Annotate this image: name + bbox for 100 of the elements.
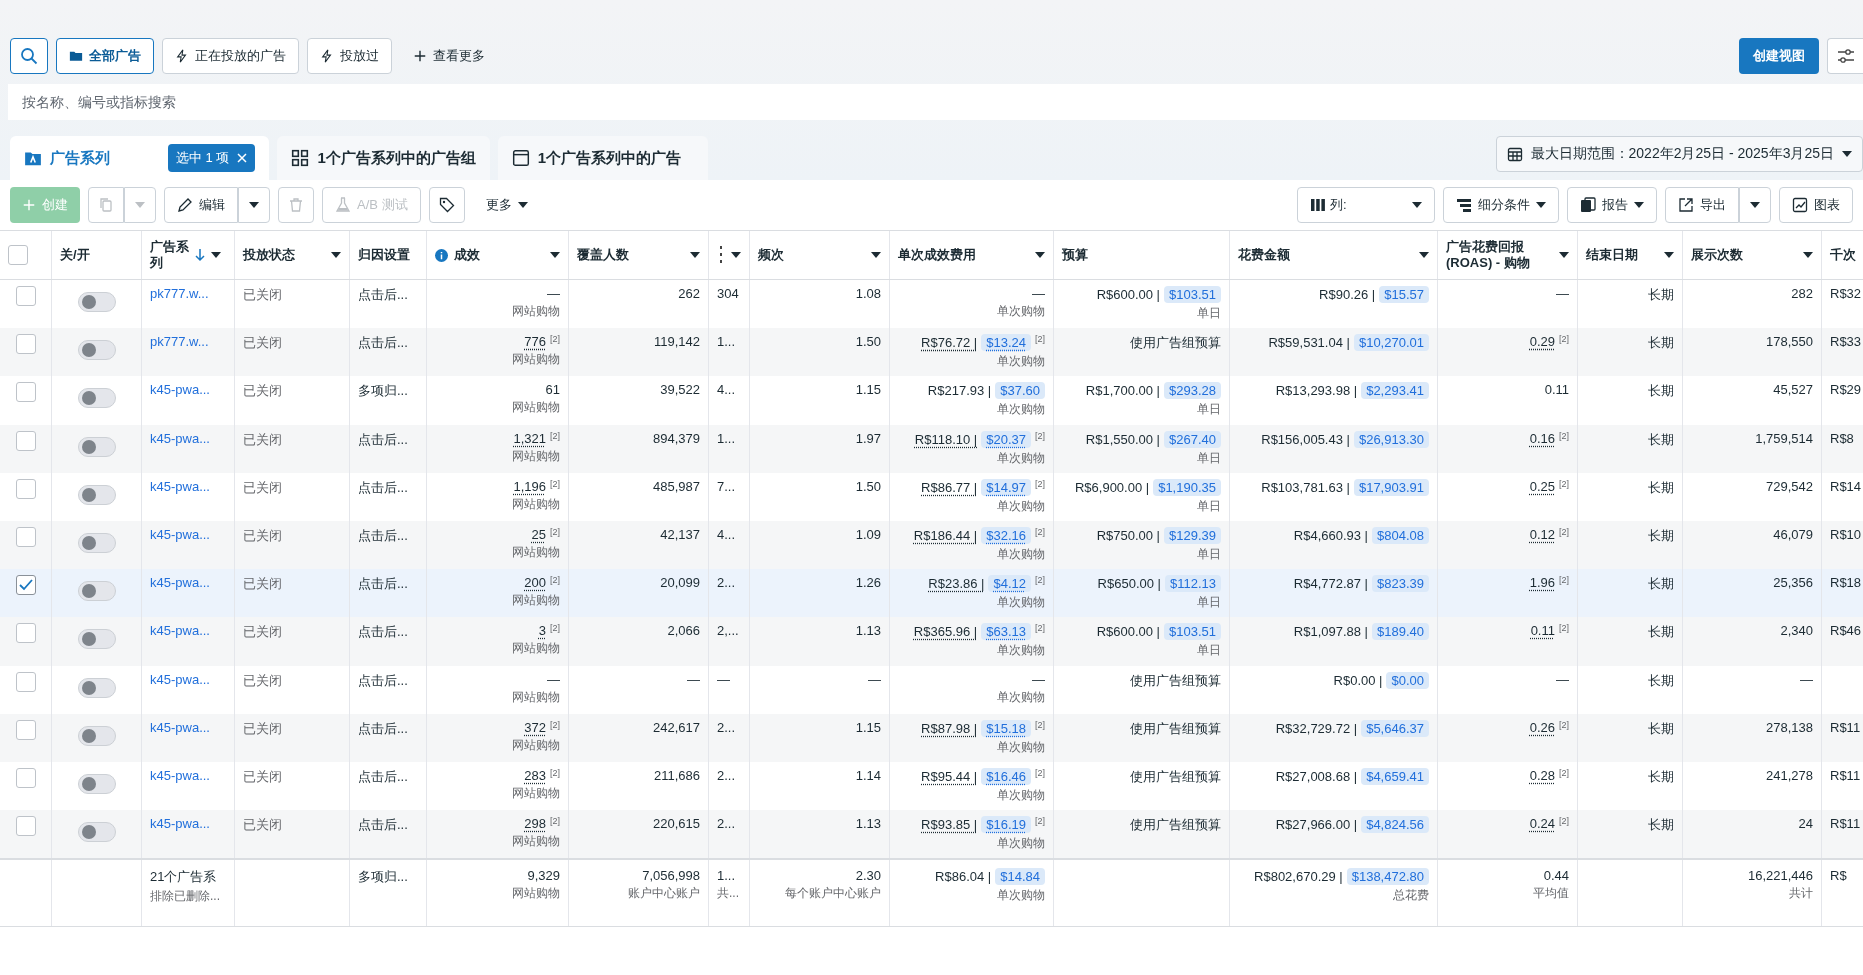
view-filter-button[interactable]: 全部广告 (56, 38, 154, 74)
table-cell: 1,759,514 (1755, 430, 1813, 446)
campaign-name-link[interactable]: k45-pwa... (150, 623, 210, 639)
toggle-switch[interactable] (77, 581, 116, 602)
table-cell: 已关闭 (243, 334, 282, 353)
usd-amount-badge: $10,270.01 (1353, 334, 1429, 352)
campaign-name-link[interactable]: pk777.w... (150, 334, 209, 350)
column-header[interactable]: 成效 (454, 246, 544, 264)
table-cell: — (717, 671, 730, 687)
export-button[interactable]: 导出 (1665, 187, 1739, 223)
column-header[interactable]: 频次 (758, 246, 865, 264)
toggle-switch[interactable] (77, 340, 116, 361)
usd-amount-badge: $32.16 (981, 526, 1031, 544)
cell-caption: 单日 (1197, 305, 1221, 322)
table-cell: 24 (1798, 816, 1813, 832)
usd-amount-badge: $15.18 (981, 719, 1031, 737)
search-field[interactable]: 按名称、编号或指标搜索 (8, 84, 1863, 120)
campaign-name-link[interactable]: k45-pwa... (150, 671, 210, 687)
settings-button[interactable] (1827, 38, 1863, 74)
campaign-name-link[interactable]: k45-pwa... (150, 526, 210, 542)
edit-button[interactable]: 编辑 (164, 187, 238, 223)
tab[interactable]: 1个广告系列中的广告 (497, 136, 708, 180)
pencil-icon (177, 197, 193, 213)
column-header[interactable]: 单次成效费用 (898, 246, 1029, 264)
table-cell: 119,142 (653, 334, 700, 350)
usd-amount-badge: $14.84 (995, 868, 1045, 886)
campaign-name-link[interactable]: k45-pwa... (150, 478, 210, 494)
row-checkbox[interactable] (15, 430, 36, 451)
column-header[interactable]: 展示次数 (1691, 246, 1797, 264)
toggle-switch[interactable] (77, 484, 116, 505)
table-cell: 4... (717, 382, 736, 398)
campaign-name-link[interactable]: k45-pwa... (150, 382, 210, 398)
menu-button[interactable]: 报告 (1567, 187, 1657, 223)
campaign-name-link[interactable]: k45-pwa... (150, 719, 210, 735)
row-checkbox[interactable] (15, 334, 36, 355)
selection-badge[interactable]: 选中 1 项 (168, 144, 256, 172)
row-checkbox[interactable] (15, 719, 36, 740)
window-icon (511, 149, 530, 167)
table-cell: R$600.00 | (1096, 287, 1160, 302)
column-header[interactable]: 预算 (1062, 246, 1221, 264)
table-cell: 多项归... (358, 382, 408, 401)
toggle-switch[interactable] (77, 532, 116, 553)
view-filter-button[interactable]: 正在投放的广告 (162, 38, 299, 74)
columns-menu-button[interactable]: 列: (1297, 187, 1435, 223)
column-header[interactable]: 投放状态 (243, 246, 325, 264)
table-cell: 16,221,446 (1747, 868, 1813, 884)
toggle-switch[interactable] (77, 292, 116, 312)
select-all-checkbox[interactable] (8, 245, 28, 265)
campaign-name-link[interactable]: k45-pwa... (150, 575, 210, 591)
dropdown-button[interactable] (1739, 187, 1771, 223)
toggle-switch[interactable] (77, 388, 116, 409)
usd-amount-badge: $16.19 (981, 816, 1031, 834)
row-checkbox[interactable] (15, 575, 36, 596)
toolbar-button[interactable] (428, 187, 465, 223)
row-checkbox[interactable] (15, 382, 36, 403)
toggle-switch[interactable] (77, 436, 116, 457)
table-cell: 0.29 (1529, 334, 1555, 350)
chart-button[interactable]: 图表 (1779, 187, 1853, 223)
row-checkbox[interactable] (15, 526, 36, 547)
table-cell: R$0.00 | (1333, 672, 1383, 688)
row-checkbox[interactable] (15, 623, 36, 644)
table-cell: 点击后... (358, 334, 408, 353)
toggle-switch[interactable] (77, 773, 116, 794)
column-header[interactable]: 结束日期 (1586, 246, 1658, 264)
tab[interactable]: 1个广告系列中的广告组 (277, 136, 490, 180)
cell-caption: 单次购物 (997, 786, 1045, 804)
row-checkbox[interactable] (15, 478, 36, 499)
table-cell: R$ (1830, 868, 1847, 884)
toggle-switch[interactable] (77, 822, 116, 843)
menu-button[interactable]: 细分条件 (1443, 187, 1559, 223)
column-header[interactable]: 千次 (1830, 246, 1863, 264)
row-checkbox[interactable] (15, 286, 36, 306)
row-checkbox[interactable] (15, 671, 36, 692)
date-range-button[interactable]: 最大日期范围：2022年2月25日 - 2025年3月25日 (1495, 136, 1863, 172)
dropdown-button[interactable] (238, 187, 270, 223)
campaign-name-link[interactable]: k45-pwa... (150, 767, 210, 783)
table-cell: 已关闭 (243, 816, 282, 835)
column-header[interactable]: 花费金额 (1238, 246, 1413, 264)
footnote-marker: [2] (550, 623, 560, 634)
toggle-switch[interactable] (77, 629, 116, 650)
row-checkbox[interactable] (15, 767, 36, 788)
column-header[interactable]: 覆盖人数 (577, 246, 684, 264)
campaign-name-link[interactable]: k45-pwa... (150, 430, 210, 446)
campaign-name-link[interactable]: pk777.w... (150, 286, 209, 301)
search-button[interactable] (10, 38, 48, 74)
column-header[interactable]: 关/开 (60, 246, 133, 264)
table-cell: R$186.44 | (913, 527, 978, 543)
column-header[interactable]: 广告系列 (150, 238, 189, 272)
footnote-marker: [2] (1035, 767, 1045, 778)
create-view-button[interactable]: 创建视图 (1739, 38, 1819, 74)
campaign-name-link[interactable]: k45-pwa... (150, 816, 210, 832)
toggle-switch[interactable] (77, 677, 116, 698)
column-header[interactable]: 归因设置 (358, 246, 418, 264)
column-header[interactable]: 广告花费回报 (ROAS) - 购物 (1446, 238, 1553, 272)
view-filter-button[interactable]: 查看更多 (400, 38, 498, 74)
row-checkbox[interactable] (15, 816, 36, 837)
toggle-switch[interactable] (77, 725, 116, 746)
caret-icon (1750, 202, 1760, 208)
view-filter-button[interactable]: 投放过 (307, 38, 392, 74)
tab[interactable]: 广告系列 选中 1 项 (10, 136, 270, 180)
